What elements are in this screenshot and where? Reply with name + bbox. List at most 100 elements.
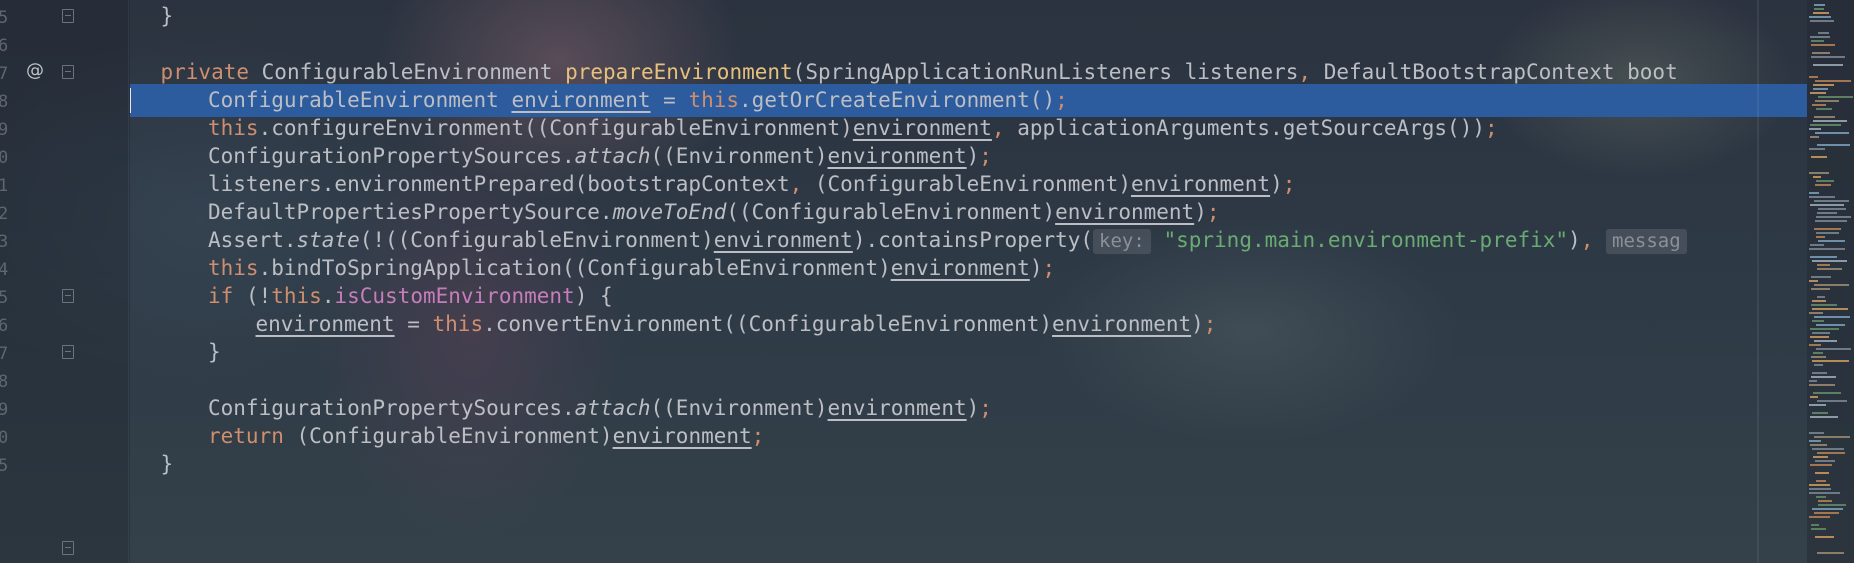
code-token: this [688, 88, 740, 112]
code-line[interactable]: } [130, 448, 1807, 481]
code-token: (ConfigurableEnvironment) [802, 172, 1131, 196]
minimap-stroke [1812, 332, 1830, 334]
editor-gutter[interactable]: 56789012345678905 @ [0, 0, 130, 563]
fold-end-icon[interactable] [62, 9, 74, 23]
minimap-stroke [1809, 484, 1830, 486]
minimap-stroke [1816, 348, 1851, 350]
minimap-stroke [1809, 192, 1819, 194]
minimap-stroke [1809, 312, 1823, 314]
code-token: ) [1568, 228, 1581, 252]
editor-right-margin [1757, 0, 1759, 563]
minimap-stroke [1815, 220, 1847, 222]
variable-reference[interactable]: environment [714, 228, 853, 252]
code-token: (SpringApplicationRunListeners listeners [792, 60, 1299, 84]
minimap-stroke [1813, 352, 1823, 354]
variable-reference[interactable]: environment [891, 256, 1030, 280]
minimap-stroke [1816, 236, 1825, 238]
minimap-stroke [1818, 208, 1846, 210]
override-method-icon[interactable]: @ [26, 54, 44, 87]
minimap-stroke [1812, 300, 1826, 302]
minimap-stroke [1815, 100, 1839, 102]
code-token: ; [1055, 88, 1068, 112]
minimap-stroke [1817, 552, 1844, 554]
minimap-stroke [1814, 512, 1839, 514]
minimap-stroke [1809, 492, 1840, 494]
fold-end-icon[interactable] [62, 541, 74, 555]
code-token: .configureEnvironment((ConfigurableEnvir… [258, 116, 853, 140]
variable-reference[interactable]: environment [1131, 172, 1270, 196]
minimap-stroke [1812, 508, 1843, 510]
minimap-stroke [1817, 296, 1825, 298]
code-editor[interactable]: } private ConfigurableEnvironment prepare… [130, 0, 1807, 563]
minimap-stroke [1814, 228, 1841, 230]
code-token: ConfigurationPropertySources. [208, 144, 575, 168]
code-token: ) [1191, 312, 1204, 336]
minimap-stroke [1812, 104, 1826, 106]
minimap-stroke [1813, 84, 1834, 86]
code-token: ; [1282, 172, 1296, 196]
variable-reference[interactable]: environment [256, 312, 395, 336]
minimap-stroke [1810, 136, 1819, 138]
variable-reference[interactable]: environment [853, 116, 992, 140]
minimap-stroke [1811, 528, 1826, 530]
variable-reference[interactable]: environment [613, 424, 752, 448]
minimap-stroke [1817, 264, 1830, 266]
code-token: DefaultBootstrapContext boot [1311, 60, 1678, 84]
code-token: .convertEnvironment((ConfigurableEnviron… [483, 312, 1053, 336]
variable-reference[interactable]: environment [828, 396, 967, 420]
minimap-stroke [1809, 76, 1818, 78]
minimap-stroke [1813, 12, 1829, 14]
minimap-stroke [1809, 128, 1821, 130]
minimap-stroke [1815, 472, 1829, 474]
code-token: = [394, 312, 433, 336]
minimap-stroke [1814, 284, 1849, 286]
text-caret [130, 88, 131, 113]
minimap-stroke [1811, 276, 1831, 278]
parameter-hint: key: [1093, 229, 1151, 254]
minimap-stroke [1810, 92, 1826, 94]
minimap-stroke [1811, 156, 1827, 158]
minimap-stroke [1812, 412, 1828, 414]
minimap-stroke [1817, 144, 1850, 146]
code-token: ) { [574, 284, 613, 308]
code-token: private [160, 60, 250, 84]
minimap-stroke [1818, 240, 1845, 242]
code-token: .getOrCreateEnvironment() [739, 88, 1056, 112]
parameter-hint: messag [1606, 229, 1687, 254]
minimap-stroke [1814, 200, 1849, 202]
code-token: (! [233, 284, 272, 308]
minimap-stroke [1809, 196, 1835, 198]
code-token: attach [574, 144, 651, 168]
code-token: DefaultPropertiesPropertySource. [208, 200, 613, 224]
minimap-stroke [1815, 536, 1834, 538]
code-token: this [208, 256, 259, 280]
minimap-stroke [1810, 444, 1827, 446]
code-token: ((Environment) [650, 144, 828, 168]
variable-reference[interactable]: environment [1055, 200, 1194, 224]
minimap-stroke [1814, 316, 1850, 318]
minimap-stroke [1810, 328, 1839, 330]
minimap-stroke [1813, 392, 1841, 394]
minimap-stroke [1817, 268, 1842, 270]
code-token: applicationArguments.getSourceArgs()) [1004, 116, 1485, 140]
minimap-stroke [1810, 204, 1844, 206]
minimap-stroke [1810, 124, 1841, 126]
minimap-stroke [1809, 440, 1821, 442]
code-token: state [296, 228, 360, 252]
fold-start-icon[interactable] [62, 65, 74, 79]
code-token: , [789, 172, 803, 196]
code-token: isCustomEnvironment [334, 284, 575, 308]
variable-reference[interactable]: environment [828, 144, 967, 168]
code-token: moveToEnd [612, 200, 727, 224]
code-token: ; [751, 424, 765, 448]
variable-reference[interactable]: environment [1052, 312, 1191, 336]
fold-end-icon[interactable] [62, 345, 74, 359]
minimap-stroke [1814, 116, 1835, 118]
fold-start-icon[interactable] [62, 289, 74, 303]
variable-reference[interactable]: environment [511, 88, 650, 112]
code-token: Assert. [208, 228, 297, 252]
minimap-stroke [1816, 216, 1851, 218]
code-token: this [432, 312, 484, 336]
scrollbar-minimap[interactable] [1807, 0, 1854, 563]
